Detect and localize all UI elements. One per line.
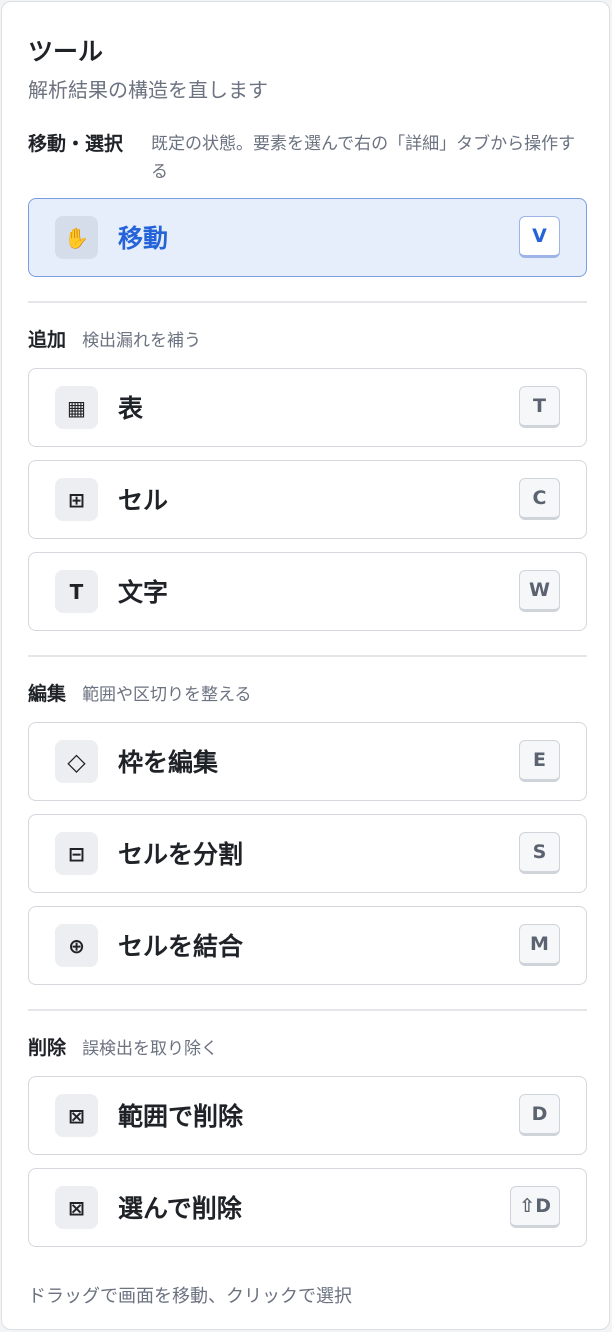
split-cell-icon: ⊟ (55, 832, 98, 875)
text-t-icon: T (55, 570, 98, 613)
delete-box-icon: ⊠ (55, 1094, 98, 1137)
tool-label: 範囲で削除 (118, 1102, 244, 1131)
tool-label: 移動 (118, 224, 169, 253)
section-header-delete: 削除 誤検出を取り除く (28, 1034, 218, 1063)
shortcut-key: D (519, 1094, 560, 1136)
tool-label: セルを分割 (118, 840, 244, 869)
section-description: 既定の状態。要素を選んで右の「詳細」タブから操作する (151, 134, 576, 182)
tool-table-button[interactable]: ▦ 表 T (28, 368, 587, 447)
panel-subtitle: 解析結果の構造を直します (28, 78, 268, 102)
shortcut-key: M (519, 924, 560, 966)
section-header-add: 追加 検出漏れを補う (28, 326, 201, 355)
section-divider (28, 655, 587, 657)
merge-cell-icon: ⊕ (55, 924, 98, 967)
tool-delete-selected-button[interactable]: ⊠ 選んで削除 ⇧D (28, 1168, 587, 1247)
shortcut-key: S (519, 832, 560, 874)
section-divider (28, 1009, 587, 1011)
tools-panel: ツール 解析結果の構造を直します 移動・選択 既定の状態。要素を選んで右の「詳細… (1, 1, 610, 1330)
section-title: 削除 (28, 1037, 67, 1059)
shortcut-key: C (519, 478, 560, 520)
hand-icon: ✋ (55, 216, 98, 259)
tool-split-cell-button[interactable]: ⊟ セルを分割 S (28, 814, 587, 893)
section-description: 検出漏れを補う (82, 331, 202, 351)
section-title: 編集 (28, 683, 67, 705)
panel-title: ツール (28, 37, 104, 66)
shortcut-key: W (519, 570, 560, 612)
footer-hint: ドラッグで画面を移動、クリックで選択 (28, 1286, 352, 1307)
tool-label: セルを結合 (118, 932, 244, 961)
section-divider (28, 301, 587, 303)
tool-label: 枠を編集 (118, 748, 219, 777)
shortcut-key: ⇧D (510, 1186, 560, 1228)
tool-label: 文字 (118, 578, 169, 607)
section-description: 範囲や区切りを整える (82, 685, 252, 705)
tool-edit-frame-button[interactable]: ◇ 枠を編集 E (28, 722, 587, 801)
tool-label: 選んで削除 (118, 1194, 242, 1223)
shortcut-key: T (519, 386, 560, 428)
tool-delete-range-button[interactable]: ⊠ 範囲で削除 D (28, 1076, 587, 1155)
tool-cell-button[interactable]: ⊞ セル C (28, 460, 587, 539)
tool-label: セル (118, 486, 169, 515)
tool-merge-cell-button[interactable]: ⊕ セルを結合 M (28, 906, 587, 985)
delete-box-icon: ⊠ (55, 1186, 98, 1229)
diamond-icon: ◇ (55, 740, 98, 783)
shortcut-key: V (519, 216, 560, 258)
table-grid-icon: ▦ (55, 386, 98, 429)
shortcut-key: E (519, 740, 560, 782)
section-header-select: 移動・選択 既定の状態。要素を選んで右の「詳細」タブから操作する (28, 130, 588, 186)
tool-label: 表 (118, 394, 144, 423)
tool-text-button[interactable]: T 文字 W (28, 552, 587, 631)
section-title: 移動・選択 (28, 133, 124, 155)
section-header-edit: 編集 範囲や区切りを整える (28, 680, 252, 709)
tool-move-button[interactable]: ✋ 移動 V (28, 198, 587, 277)
cell-plus-icon: ⊞ (55, 478, 98, 521)
section-description: 誤検出を取り除く (82, 1039, 219, 1059)
section-title: 追加 (28, 329, 67, 351)
